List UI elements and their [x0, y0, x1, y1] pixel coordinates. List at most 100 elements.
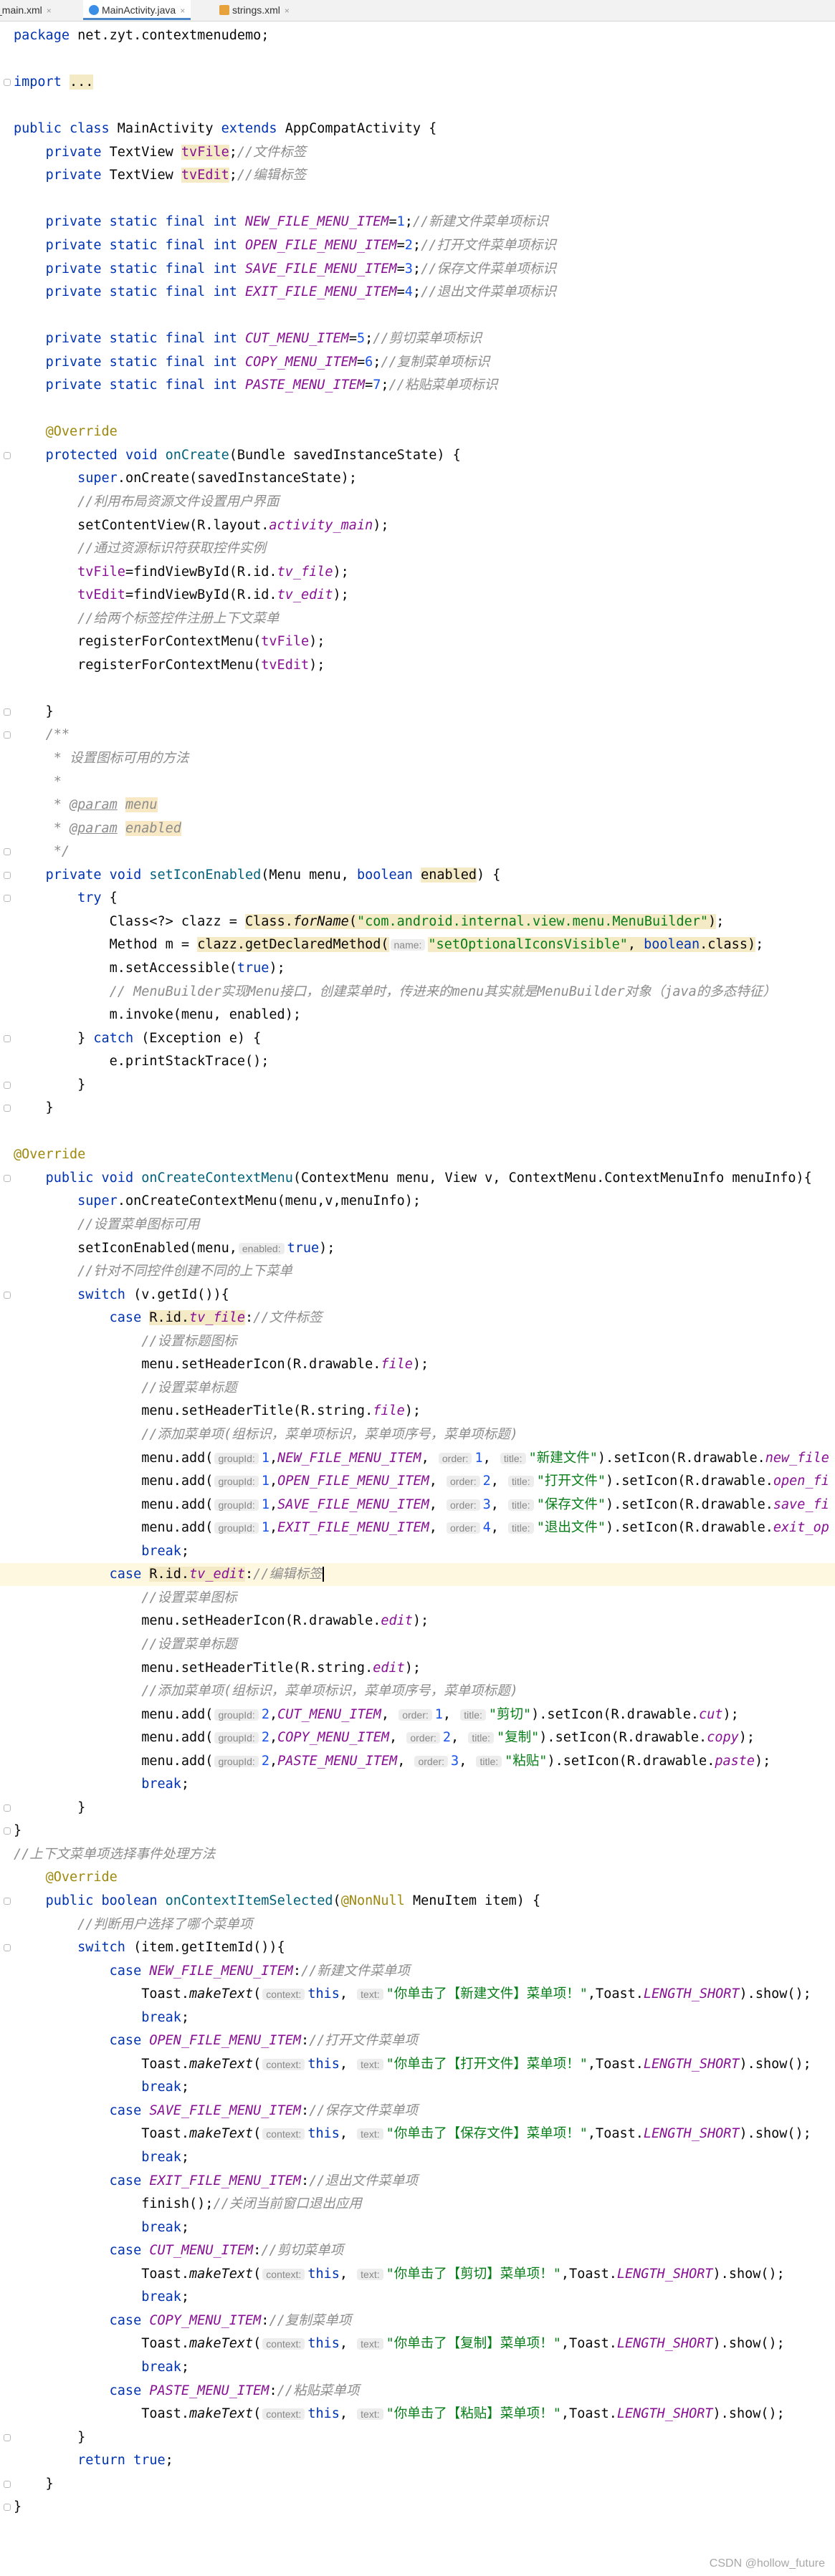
code-line[interactable]: //设置菜单标题 — [0, 1377, 835, 1400]
code-line[interactable]: menu.setHeaderIcon(R.drawable.file); — [0, 1353, 835, 1376]
code-line[interactable]: menu.add(groupId: 2,CUT_MENU_ITEM, order:… — [0, 1703, 835, 1726]
code-line[interactable]: menu.setHeaderTitle(R.string.file); — [0, 1400, 835, 1423]
code-line[interactable]: //设置标题图标 — [0, 1330, 835, 1353]
code-line[interactable]: break; — [0, 1540, 835, 1563]
code-line[interactable]: super.onCreate(savedInstanceState); — [0, 467, 835, 490]
fold-marker-icon[interactable] — [4, 1175, 11, 1182]
fold-marker-icon[interactable] — [4, 2504, 11, 2511]
code-line[interactable]: // MenuBuilder实现Menu接口，创建菜单时，传进来的menu其实就… — [0, 981, 835, 1004]
code-line[interactable]: private TextView tvFile;//文件标签 — [0, 141, 835, 164]
code-line[interactable]: switch (v.getId()){ — [0, 1284, 835, 1307]
code-line[interactable]: @Override — [0, 1866, 835, 1889]
code-line[interactable]: } — [0, 1797, 835, 1820]
fold-marker-icon[interactable] — [4, 2434, 11, 2441]
code-line[interactable]: menu.add(groupId: 2,COPY_MENU_ITEM, order… — [0, 1726, 835, 1749]
code-line[interactable]: break; — [0, 2076, 835, 2099]
fold-marker-icon[interactable] — [4, 1292, 11, 1299]
code-line[interactable]: //设置菜单图标 — [0, 1587, 835, 1610]
code-line[interactable]: registerForContextMenu(tvFile); — [0, 630, 835, 653]
code-line[interactable]: case R.id.tv_file://文件标签 — [0, 1307, 835, 1330]
code-line[interactable]: private static final int COPY_MENU_ITEM=… — [0, 351, 835, 374]
fold-marker-icon[interactable] — [4, 79, 11, 86]
code-line[interactable]: //针对不同控件创建不同的上下菜单 — [0, 1260, 835, 1283]
code-line[interactable]: Toast.makeText(context: this, text: "你单击了【… — [0, 2403, 835, 2426]
code-line[interactable]: tvEdit=findViewById(R.id.tv_edit); — [0, 584, 835, 607]
code-line[interactable]: setContentView(R.layout.activity_main); — [0, 514, 835, 537]
code-line[interactable]: Toast.makeText(context: this, text: "你单击了【… — [0, 1983, 835, 2006]
code-line[interactable]: } — [0, 1820, 835, 1842]
fold-marker-icon[interactable] — [4, 708, 11, 716]
code-line[interactable]: case CUT_MENU_ITEM://剪切菜单项 — [0, 2239, 835, 2262]
code-line[interactable]: finish();//关闭当前窗口退出应用 — [0, 2193, 835, 2216]
code-line[interactable]: @Override — [0, 420, 835, 443]
code-line[interactable]: public void onCreateContextMenu(ContextM… — [0, 1167, 835, 1190]
code-line[interactable]: menu.setHeaderIcon(R.drawable.edit); — [0, 1610, 835, 1633]
code-line[interactable]: break; — [0, 2356, 835, 2379]
code-line[interactable]: //设置菜单图标可用 — [0, 1213, 835, 1236]
code-line[interactable]: public class MainActivity extends AppCom… — [0, 117, 835, 140]
code-line[interactable]: * — [0, 771, 835, 794]
code-line[interactable]: * @param menu — [0, 794, 835, 817]
fold-marker-icon[interactable] — [4, 1827, 11, 1835]
code-line[interactable]: package net.zyt.contextmenudemo; — [0, 24, 835, 47]
code-line[interactable]: Toast.makeText(context: this, text: "你单击了【… — [0, 2123, 835, 2145]
code-line[interactable]: private static final int SAVE_FILE_MENU_… — [0, 258, 835, 281]
code-line[interactable]: } — [0, 701, 835, 724]
code-line[interactable]: Toast.makeText(context: this, text: "你单击了【… — [0, 2332, 835, 2355]
fold-marker-icon[interactable] — [4, 731, 11, 739]
code-line[interactable]: menu.add(groupId: 1,EXIT_FILE_MENU_ITEM, … — [0, 1517, 835, 1539]
code-line[interactable]: switch (item.getItemId()){ — [0, 1936, 835, 1959]
code-line[interactable]: return true; — [0, 2449, 835, 2472]
code-line[interactable]: break; — [0, 1773, 835, 1796]
fold-marker-icon[interactable] — [4, 1082, 11, 1089]
code-line[interactable]: //利用布局资源文件设置用户界面 — [0, 491, 835, 514]
code-line[interactable]: case R.id.tv_edit://编辑标签 — [0, 1563, 835, 1586]
code-line[interactable]: Method m = clazz.getDeclaredMethod(name:… — [0, 933, 835, 956]
code-editor[interactable]: package net.zyt.contextmenudemo; import .… — [0, 0, 835, 2576]
fold-marker-icon[interactable] — [4, 1804, 11, 1812]
code-line[interactable]: m.invoke(menu, enabled); — [0, 1004, 835, 1027]
code-line[interactable]: case NEW_FILE_MENU_ITEM://新建文件菜单项 — [0, 1960, 835, 1983]
code-line[interactable]: menu.add(groupId: 2,PASTE_MENU_ITEM, orde… — [0, 1750, 835, 1773]
code-line[interactable]: menu.add(groupId: 1,NEW_FILE_MENU_ITEM, o… — [0, 1447, 835, 1470]
code-line[interactable]: case SAVE_FILE_MENU_ITEM://保存文件菜单项 — [0, 2100, 835, 2123]
code-line[interactable]: private static final int PASTE_MENU_ITEM… — [0, 374, 835, 397]
code-line[interactable]: registerForContextMenu(tvEdit); — [0, 654, 835, 677]
code-line[interactable]: } — [0, 2496, 835, 2519]
code-line[interactable]: public boolean onContextItemSelected(@No… — [0, 1890, 835, 1913]
code-line[interactable]: menu.add(groupId: 1,SAVE_FILE_MENU_ITEM, … — [0, 1494, 835, 1517]
code-line[interactable]: //通过资源标识符获取控件实例 — [0, 537, 835, 560]
code-line[interactable]: } — [0, 1097, 835, 1120]
fold-marker-icon[interactable] — [4, 1035, 11, 1042]
code-line[interactable]: break; — [0, 2286, 835, 2309]
code-line[interactable]: Class<?> clazz = Class.forName("com.andr… — [0, 910, 835, 933]
code-line[interactable]: e.printStackTrace(); — [0, 1050, 835, 1073]
fold-marker-icon[interactable] — [4, 872, 11, 879]
code-line[interactable]: private TextView tvEdit;//编辑标签 — [0, 164, 835, 187]
code-line[interactable]: case COPY_MENU_ITEM://复制菜单项 — [0, 2310, 835, 2332]
code-line[interactable]: protected void onCreate(Bundle savedInst… — [0, 444, 835, 467]
code-line[interactable]: Toast.makeText(context: this, text: "你单击了【… — [0, 2053, 835, 2076]
code-line[interactable]: * 设置图标可用的方法 — [0, 747, 835, 770]
code-line[interactable]: private static final int NEW_FILE_MENU_I… — [0, 211, 835, 234]
code-line[interactable]: menu.add(groupId: 1,OPEN_FILE_MENU_ITEM, … — [0, 1470, 835, 1493]
code-line[interactable]: private static final int OPEN_FILE_MENU_… — [0, 234, 835, 257]
code-line[interactable]: break; — [0, 2216, 835, 2239]
code-line[interactable]: private static final int EXIT_FILE_MENU_… — [0, 281, 835, 304]
code-line[interactable]: break; — [0, 2146, 835, 2169]
code-line[interactable]: menu.setHeaderTitle(R.string.edit); — [0, 1657, 835, 1680]
fold-marker-icon[interactable] — [4, 848, 11, 855]
fold-marker-icon[interactable] — [4, 1898, 11, 1905]
code-line[interactable]: case EXIT_FILE_MENU_ITEM://退出文件菜单项 — [0, 2170, 835, 2193]
code-line[interactable]: /** — [0, 724, 835, 746]
fold-marker-icon[interactable] — [4, 2481, 11, 2488]
code-line[interactable]: case PASTE_MENU_ITEM://粘贴菜单项 — [0, 2380, 835, 2403]
code-line[interactable]: case OPEN_FILE_MENU_ITEM://打开文件菜单项 — [0, 2029, 835, 2052]
code-line[interactable]: } — [0, 1074, 835, 1097]
code-line[interactable]: import ... — [0, 71, 835, 94]
code-line[interactable]: private void setIconEnabled(Menu menu, b… — [0, 864, 835, 887]
code-line[interactable]: //添加菜单项(组标识，菜单项标识，菜单项序号，菜单项标题) — [0, 1680, 835, 1703]
code-line[interactable]: private static final int CUT_MENU_ITEM=5… — [0, 327, 835, 350]
fold-marker-icon[interactable] — [4, 895, 11, 902]
code-line[interactable]: m.setAccessible(true); — [0, 957, 835, 980]
